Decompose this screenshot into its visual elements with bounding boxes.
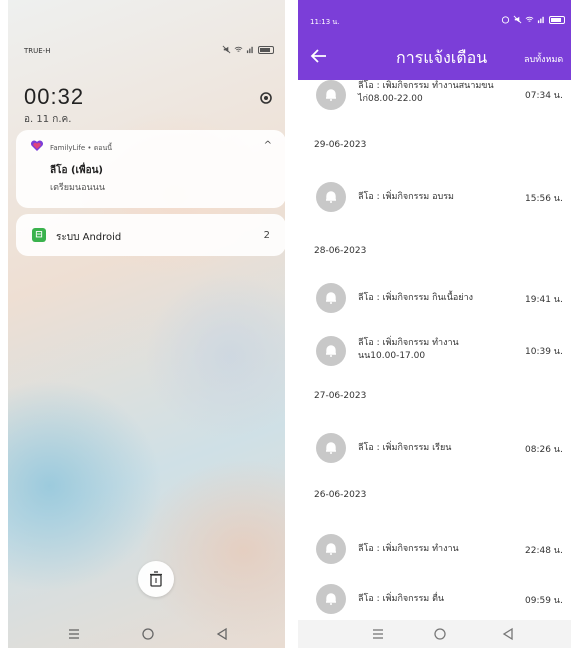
bell-icon [316,336,346,366]
lockscreen: TRUE-H 00:32 อ. 11 ก.ค. FamilyLife • ตอน… [8,0,285,648]
back-icon[interactable] [212,624,232,644]
menu-icon[interactable] [64,624,84,644]
list-item[interactable]: ลีโอ : เพิ่มกิจกรรม อบรม 15:56 น. [298,180,571,216]
notifications-app-screen: 11:13 น. การแจ้งเตือน ลบทั้งหมด ลีโอ : เ… [298,0,571,648]
mute-icon [222,45,231,54]
carrier-label: TRUE-H [24,47,51,55]
list-item-text-line1: ลีโอ : เพิ่มกิจกรรม ทำงาน [358,338,459,348]
wifi-icon [234,46,243,52]
back-icon[interactable] [498,624,518,644]
list-item-text: ลีโอ : เพิ่มกิจกรรม ทำงาน [358,544,459,554]
trash-icon [150,571,162,587]
status-bar: TRUE-H [24,44,274,60]
clear-all-button[interactable]: ลบทั้งหมด [524,52,563,66]
bell-icon [316,182,346,212]
list-item-text: ลีโอ : เพิ่มกิจกรรม อบรม [358,192,454,202]
lockscreen-date: อ. 11 ก.ค. [24,114,72,125]
android-system-icon: ⊟ [32,228,46,242]
status-time: 11:13 น. [310,18,340,26]
list-item-text: ลีโอ : เพิ่มกิจกรรม ทำงานสนามขน ไก่08.00… [358,80,508,106]
battery-icon [549,15,565,24]
heart-icon [30,140,44,151]
notification-title: ลีโอ (เพื่อน) [50,165,103,176]
lockscreen-clock: 00:32 [24,84,85,109]
clear-notifications-button[interactable] [138,561,174,597]
system-notification-count: 2 [263,230,270,241]
signal-icon [246,46,253,54]
bell-icon [316,283,346,313]
date-header: 26-06-2023 [314,490,367,500]
notification-body: เตรียมนอนนน [50,183,105,193]
familylife-notification[interactable]: FamilyLife • ตอนนี้ ^ ลีโอ (เพื่อน) เตรี… [16,130,285,208]
list-item[interactable]: ลีโอ : เพิ่มกิจกรรม ทำงาน 22:48 น. [298,532,571,568]
notification-list: ลีโอ : เพิ่มกิจกรรม ทำงานสนามขน ไก่08.00… [298,80,571,620]
list-item-text: ลีโอ : เพิ่มกิจกรรม ทำงาน นน10.00-17.00 [358,337,508,363]
status-icons [501,15,565,24]
bell-icon [316,534,346,564]
list-item[interactable]: ลีโอ : เพิ่มกิจกรรม เรียน 08:26 น. [298,431,571,467]
date-header: 27-06-2023 [314,391,367,401]
system-notification-label: ระบบ Android [56,232,122,243]
list-item-text: ลีโอ : เพิ่มกิจกรรม กินเนื้อย่าง [358,293,474,303]
list-item[interactable]: ลีโอ : เพิ่มกิจกรรม ทำงานสนามขน ไก่08.00… [298,80,571,114]
date-header: 29-06-2023 [314,140,367,150]
list-item-time: 22:48 น. [525,546,563,556]
list-item-time: 15:56 น. [525,194,563,204]
signal-icon [537,16,544,24]
list-item-text: ลีโอ : เพิ่มกิจกรรม ตื่น [358,594,445,604]
notification-app-name: FamilyLife • ตอนนี้ [50,144,113,152]
wifi-icon [525,16,534,22]
menu-icon[interactable] [368,624,388,644]
list-item-time: 08:26 น. [525,445,563,455]
bell-icon [316,80,346,110]
android-system-notification[interactable]: ⊟ ระบบ Android 2 [16,214,285,256]
list-item-time: 10:39 น. [525,347,563,357]
chevron-up-icon[interactable]: ^ [264,140,272,151]
list-item[interactable]: ลีโอ : เพิ่มกิจกรรม กินเนื้อย่าง 19:41 น… [298,281,571,317]
navigation-bar [298,620,571,648]
mute-icon [513,15,522,24]
list-item-text-line2: นน10.00-17.00 [358,351,426,361]
page-title: การแจ้งเตือน [396,48,488,67]
navigation-bar [8,620,285,648]
list-item-text-line2: ไก่08.00-22.00 [358,94,423,104]
home-icon[interactable] [430,624,450,644]
list-item-time: 19:41 น. [525,295,563,305]
list-item-time: 09:59 น. [525,596,563,606]
date-header: 28-06-2023 [314,246,367,256]
app-bar: การแจ้งเตือน ลบทั้งหมด [298,33,571,80]
bell-icon [316,433,346,463]
back-arrow-icon[interactable] [310,48,328,64]
list-item-time: 07:34 น. [525,91,563,101]
list-item-text: ลีโอ : เพิ่มกิจกรรม เรียน [358,443,452,453]
home-icon[interactable] [138,624,158,644]
list-item[interactable]: ลีโอ : เพิ่มกิจกรรม ทำงาน นน10.00-17.00 … [298,332,571,368]
battery-icon [258,45,274,54]
status-bar: 11:13 น. [298,0,571,33]
list-item[interactable]: ลีโอ : เพิ่มกิจกรรม ตื่น 09:59 น. [298,582,571,618]
settings-icon[interactable] [258,90,274,106]
status-icons [222,45,274,54]
bell-icon [316,584,346,614]
list-item-text-line1: ลีโอ : เพิ่มกิจกรรม ทำงานสนามขน [358,81,494,91]
alarm-icon [501,16,510,24]
